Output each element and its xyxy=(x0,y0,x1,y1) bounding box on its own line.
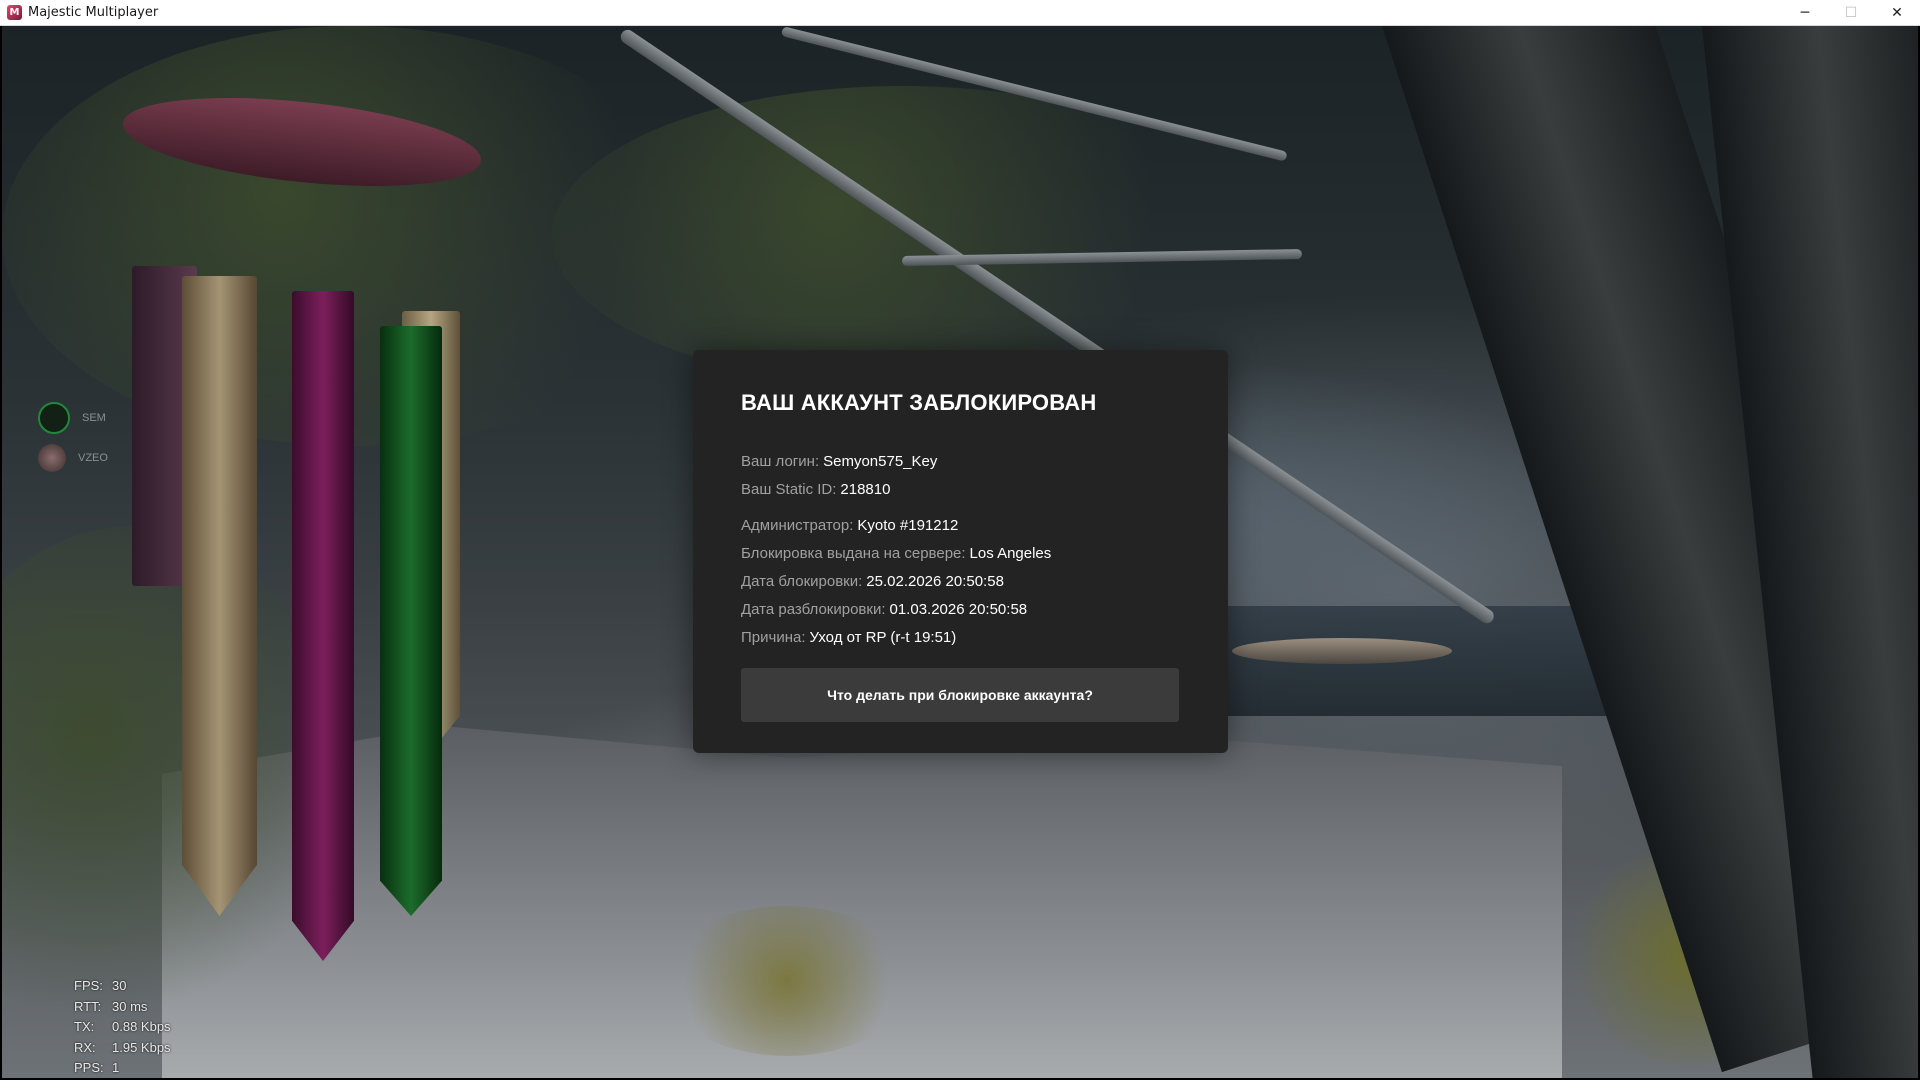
window-controls: ─ ☐ ✕ xyxy=(1782,0,1920,26)
ban-date-row: Дата блокировки: 25.02.2026 20:50:58 xyxy=(741,568,1180,596)
login-row: Ваш логин: Semyon575_Key xyxy=(741,448,1180,476)
admin-label: Администратор: xyxy=(741,517,854,534)
stat-fps: FPS: 30 xyxy=(74,978,127,993)
window-title: Majestic Multiplayer xyxy=(28,5,159,20)
ban-help-button[interactable]: Что делать при блокировке аккаунта? xyxy=(741,668,1179,722)
admin-row: Администратор: Kyoto #191212 xyxy=(741,512,1180,540)
server-label: Блокировка выдана на сервере: xyxy=(741,545,966,562)
wind-chime-tube xyxy=(380,326,442,916)
microphone-headset-icon xyxy=(38,402,70,434)
reason-row: Причина: Уход от RP (r-t 19:51) xyxy=(741,624,1180,652)
ban-date-value: 25.02.2026 20:50:58 xyxy=(866,573,1004,590)
ban-dialog: ВАШ АККАУНТ ЗАБЛОКИРОВАН Ваш логин: Semyo… xyxy=(693,350,1228,753)
voice-chat-user: SEM xyxy=(38,402,106,434)
majestic-logo-icon: M xyxy=(7,5,22,20)
login-value: Semyon575_Key xyxy=(823,453,938,470)
static-id-label: Ваш Static ID: xyxy=(741,481,837,498)
stat-pps: PPS: 1 xyxy=(74,1060,120,1075)
ban-title: ВАШ АККАУНТ ЗАБЛОКИРОВАН xyxy=(741,390,1097,415)
ban-date-label: Дата блокировки: xyxy=(741,573,863,590)
stat-rx: RX: 1.95 Kbps xyxy=(74,1039,171,1055)
server-value: Los Angeles xyxy=(969,545,1052,562)
reason-value: Уход от RP (r-t 19:51) xyxy=(809,629,957,646)
rock xyxy=(1232,638,1452,664)
static-id-row: Ваш Static ID: 218810 xyxy=(741,476,1180,504)
voice-user-name: SEM xyxy=(82,412,106,424)
voice-user-name: VZEO xyxy=(78,452,108,464)
stat-rtt: RTT: 30 ms xyxy=(74,998,148,1014)
stat-tx: TX: 0.88 Kbps xyxy=(74,1019,171,1034)
window-titlebar: M Majestic Multiplayer ─ ☐ ✕ xyxy=(0,0,1920,26)
maximize-button[interactable]: ☐ xyxy=(1828,0,1874,26)
unban-date-label: Дата разблокировки: xyxy=(741,601,886,618)
server-row: Блокировка выдана на сервере: Los Angeles xyxy=(741,540,1180,568)
login-label: Ваш логин: xyxy=(741,453,820,470)
unban-date-row: Дата разблокировки: 01.03.2026 20:50:58 xyxy=(741,596,1180,624)
minimize-button[interactable]: ─ xyxy=(1782,0,1828,26)
wind-chime-tube xyxy=(182,276,257,916)
reason-label: Причина: xyxy=(741,629,806,646)
unban-date-value: 01.03.2026 20:50:58 xyxy=(889,601,1028,618)
admin-value: Kyoto #191212 xyxy=(857,517,959,534)
wind-chime-tube xyxy=(292,291,354,961)
voice-chat-user: VZEO xyxy=(38,444,108,472)
close-button[interactable]: ✕ xyxy=(1874,0,1920,26)
avatar-icon xyxy=(38,444,66,472)
bush xyxy=(662,906,912,1056)
foliage xyxy=(552,86,1252,386)
static-id-value: 218810 xyxy=(840,481,891,498)
network-stats: FPS: 30 RTT: 30 ms TX: 0.88 Kbps RX: 1.95 Kb… xyxy=(74,976,171,1078)
